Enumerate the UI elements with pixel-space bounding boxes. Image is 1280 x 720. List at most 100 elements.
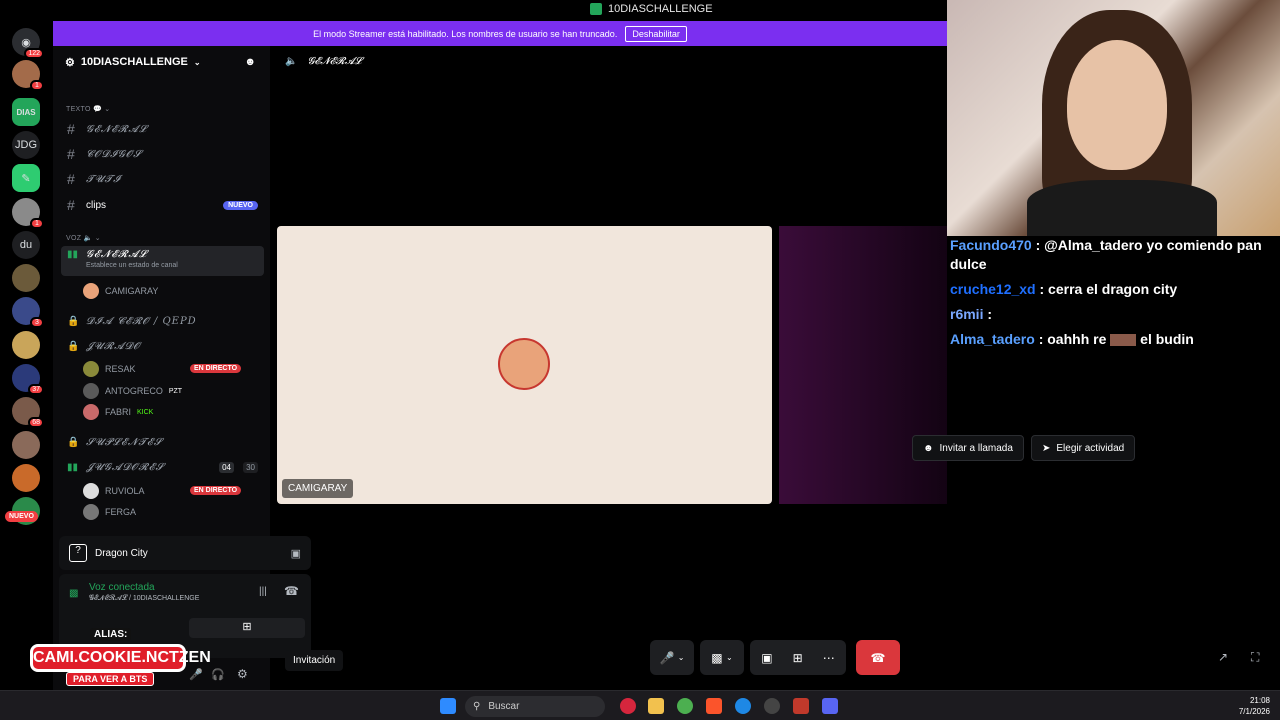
hash-icon: #	[67, 146, 75, 162]
server-icon[interactable]: 37	[12, 364, 44, 395]
game-app-icon[interactable]	[793, 698, 809, 714]
taskbar-search[interactable]: ⚲ Buscar	[465, 696, 605, 717]
avatar	[83, 404, 99, 420]
voice-channel-general[interactable]: ▮▮ 𝓖𝓔𝓝𝓔𝓡𝓐𝓛 Establece un estado de canal	[61, 246, 264, 276]
server-jdg[interactable]: JDG	[12, 131, 40, 159]
voice-channel-jugadores[interactable]: ▮▮ 𝓙𝓤𝓖𝓐𝓓𝓞𝓡𝓔𝓢 04 30	[61, 456, 264, 478]
channel-codigos[interactable]: # 𝓒𝓞𝓓𝓘𝓖𝓞𝓢	[61, 143, 264, 165]
avatar	[83, 483, 99, 499]
server-icon[interactable]: 3	[12, 297, 44, 328]
server-icon[interactable]	[12, 264, 40, 292]
choose-activity-button[interactable]: ➤ Elegir actividad	[1031, 435, 1136, 461]
server-du[interactable]: du	[12, 231, 40, 259]
voice-user-ferga[interactable]: FERGA	[83, 503, 136, 521]
invite-to-call-button[interactable]: ☻ Invitar a llamada	[912, 435, 1024, 461]
camera-off-icon: ▩	[711, 650, 723, 665]
mentions-badge: 122	[24, 48, 44, 59]
user-count: 04	[219, 461, 234, 473]
fullscreen-icon[interactable]: ⛶	[1251, 650, 1259, 665]
obs-icon[interactable]	[764, 698, 780, 714]
voice-user-antogreco[interactable]: ANTOGRECO PZT	[83, 382, 182, 400]
server-icon[interactable]: 1	[12, 198, 44, 229]
edge-icon[interactable]	[735, 698, 751, 714]
server-rail: ◉ 122 1 DIAS JDG ✎ 1 du 3 37 68 NUEVO	[0, 21, 53, 690]
voice-channel-jurado[interactable]: 🔒 𝓙𝓤𝓡𝓐𝓓𝓞	[61, 335, 264, 357]
voice-user-ruviola[interactable]: RUVIOLA	[83, 482, 145, 500]
voice-channel-dia-cero[interactable]: 🔒 𝓓𝓘𝓐 𝓒𝓔𝓡𝓞 / QEPD	[61, 310, 264, 332]
chrome-icon[interactable]	[677, 698, 693, 714]
participant-tile[interactable]: CAMIGARAY	[277, 226, 772, 504]
disable-streamer-button[interactable]: Deshabilitar	[625, 25, 687, 42]
headphones-icon[interactable]: 🎧	[211, 668, 225, 681]
home-discord-icon[interactable]: ◉ 122	[12, 28, 44, 59]
category-text[interactable]: TEXTO 💬 ⌄	[66, 105, 110, 113]
server-icon[interactable]	[12, 331, 40, 359]
opera-icon[interactable]	[620, 698, 636, 714]
more-options-icon[interactable]: ⋯	[823, 651, 835, 665]
noise-suppression-icon[interactable]: |||	[259, 586, 267, 597]
hash-icon: #	[67, 171, 75, 187]
discord-icon[interactable]	[822, 698, 838, 714]
microphone-toggle[interactable]: 🎤 ⌄	[650, 640, 694, 675]
participant-tile-secondary[interactable]	[779, 226, 947, 504]
system-clock[interactable]: 21:08 7/1/2026	[1239, 695, 1270, 717]
clock-date: 7/1/2026	[1238, 707, 1270, 716]
screen-share-icon[interactable]: ▣	[291, 547, 301, 560]
category-voice[interactable]: VOZ 🔈 ⌄	[66, 234, 101, 242]
invitation-button[interactable]: Invitación	[285, 650, 344, 671]
server-icon[interactable]: 1	[12, 60, 44, 91]
popout-icon[interactable]: ↗	[1218, 650, 1228, 664]
file-explorer-icon[interactable]	[648, 698, 664, 714]
channel-clips[interactable]: # clips NUEVO	[61, 194, 264, 216]
channel-status-hint[interactable]: Establece un estado de canal	[86, 262, 178, 269]
server-icon[interactable]: 68	[12, 397, 44, 428]
channel-general[interactable]: # 𝓖𝓔𝓝𝓔𝓡𝓐𝓛	[61, 118, 264, 140]
microphone-icon[interactable]: 🎤	[189, 668, 203, 681]
voice-channel-path[interactable]: 𝓖𝓔𝓝𝓔𝓡𝓐𝓛 / 10DIASCHALLENGE	[89, 595, 199, 603]
brave-icon[interactable]	[706, 698, 722, 714]
new-pill: NUEVO	[223, 200, 258, 210]
voice-active-icon: ▮▮	[67, 461, 79, 473]
screen-share-icon[interactable]: ▣	[761, 651, 772, 665]
disconnect-call-button[interactable]: ☎	[856, 640, 900, 675]
game-icon: ?	[69, 544, 87, 562]
channel-label: clips	[86, 199, 107, 211]
guild-header[interactable]: ⚙ 10DIASCHALLENGE ⌄ ☻	[53, 46, 270, 78]
channel-tuti[interactable]: # 𝓣𝓤𝓣𝓘	[61, 168, 264, 190]
windows-start-icon[interactable]	[440, 698, 456, 714]
disconnect-icon[interactable]: ☎	[284, 584, 299, 598]
chevron-down-icon: ⌄	[677, 653, 685, 662]
user-label: FERGA	[105, 507, 137, 517]
voice-channel-suplentes[interactable]: 🔒 𝓢𝓤𝓟𝓛𝓔𝓝𝓣𝓔𝓢	[61, 431, 264, 453]
channel-label: 𝓖𝓔𝓝𝓔𝓡𝓐𝓛	[86, 123, 148, 135]
channel-label: 𝓖𝓔𝓝𝓔𝓡𝓐𝓛	[86, 249, 148, 260]
server-icon[interactable]	[12, 464, 40, 492]
server-10dias[interactable]: DIAS	[12, 98, 40, 126]
camera-toggle[interactable]: ▩ ⌄	[700, 640, 744, 675]
activity-panel[interactable]: ? Dragon City ▣	[59, 536, 311, 570]
server-icon[interactable]: ✎	[12, 164, 40, 192]
gear-icon[interactable]: ⚙	[237, 667, 248, 681]
server-label: DIAS	[16, 107, 36, 117]
windows-taskbar: ⚲ Buscar 21:08 7/1/2026	[0, 690, 1280, 720]
activities-icon[interactable]: ⊞	[793, 651, 803, 665]
channel-label: 𝓙𝓤𝓖𝓐𝓓𝓞𝓡𝓔𝓢	[86, 461, 165, 473]
user-label: RUVIOLA	[105, 486, 145, 496]
chat-message: cruche12_xd : cerra el dragon city	[950, 280, 1280, 299]
call-channel-name: 𝓖𝓔𝓝𝓔𝓡𝓐𝓛	[307, 56, 362, 67]
chat-message: r6mii :	[950, 305, 1280, 324]
voice-user-camigaray[interactable]: CAMIGARAY	[83, 282, 158, 300]
voice-user-fabri[interactable]: FABRI KICK	[83, 403, 153, 421]
voice-user-resak[interactable]: RESAK	[83, 360, 136, 378]
invite-people-icon[interactable]: ☻	[244, 56, 256, 68]
server-icon[interactable]	[12, 431, 40, 459]
voice-status[interactable]: Voz conectada	[89, 582, 155, 593]
streamer-face	[1067, 40, 1167, 170]
chat-username: r6mii	[950, 306, 984, 322]
user-tag: KICK	[137, 408, 154, 416]
live-badge: EN DIRECTO	[190, 364, 242, 373]
server-badge: 3	[30, 317, 44, 328]
channel-label: 𝓣𝓤𝓣𝓘	[86, 173, 121, 185]
guild-gear-icon: ⚙	[65, 56, 75, 69]
activities-button[interactable]: ⊞	[189, 618, 305, 638]
